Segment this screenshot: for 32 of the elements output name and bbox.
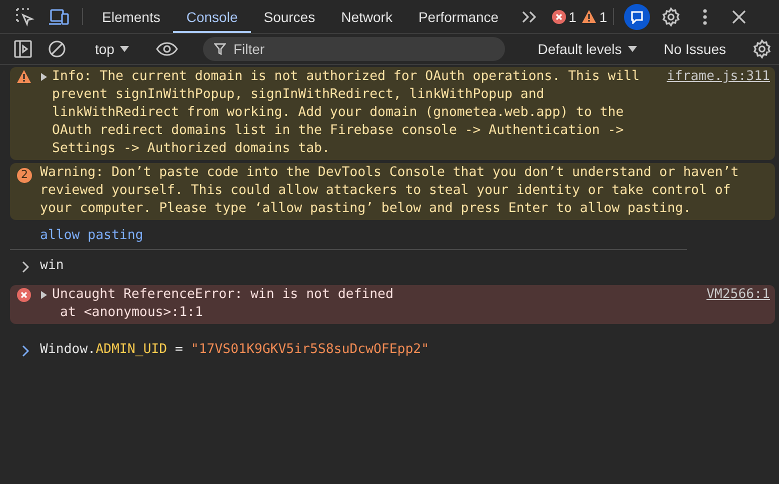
filter-field[interactable]: Filter	[203, 37, 506, 61]
source-link[interactable]: iframe.js:311	[666, 68, 770, 86]
error-count: 1	[568, 8, 576, 24]
message-text: Warning: Don’t paste code into the DevTools Console that you don’t understand or haven’t reviewed yourself. This could allow attackers to steal your identity or take control of your computer. Please type ‘allow pasting’ below and press Enter to allow pasting.	[40, 165, 739, 216]
panel-tab[interactable]: Sources	[250, 0, 328, 33]
command-text: win	[40, 258, 64, 273]
message-text: allow pasting	[40, 228, 144, 243]
source-link[interactable]: VM2566:1	[706, 286, 770, 304]
console-input[interactable]: Window.ADMIN_UID = "17VS01K9GKV5ir5S8suDcwOFEpp2"	[40, 342, 430, 357]
panel-tab[interactable]: Console	[173, 0, 251, 33]
prompt-icon	[22, 345, 30, 357]
panel-tab[interactable]: Network	[328, 0, 406, 33]
panel-tab[interactable]: Performance	[405, 0, 512, 33]
chevron-icon	[22, 261, 30, 273]
message-text: Uncaught ReferenceError: win is not defined	[52, 286, 394, 304]
message-text: Info: The current domain is not authorized for OAuth operations. This will prevent signInWithPopup, signInWithRedirect, linkWithPopup and linkWithRedirect from working. Add your domain (gnometea.web.app) to the OAuth redirect domains list in the Firebase console -> Authentication -> Settings -> Authorized domains tab.	[52, 68, 641, 158]
panel-tab[interactable]: Elements	[89, 0, 174, 33]
expand-arrow-icon[interactable]	[40, 291, 48, 299]
stack-trace: at <anonymous>:1:1	[60, 305, 203, 320]
filter-icon	[214, 43, 226, 55]
warning-icon	[582, 10, 596, 23]
warning-icon	[17, 70, 31, 83]
expand-arrow-icon[interactable]	[40, 73, 48, 81]
context-dropdown[interactable]: top	[87, 41, 138, 57]
error-icon	[552, 10, 566, 24]
repeat-count-badge: 2	[17, 168, 32, 182]
caret-icon	[628, 46, 637, 52]
log-levels-dropdown[interactable]: Default levels	[530, 41, 645, 57]
caret-icon	[120, 46, 130, 52]
issues-status: No Issues	[662, 41, 727, 57]
error-icon	[17, 288, 31, 302]
warning-count: 1	[599, 8, 608, 24]
